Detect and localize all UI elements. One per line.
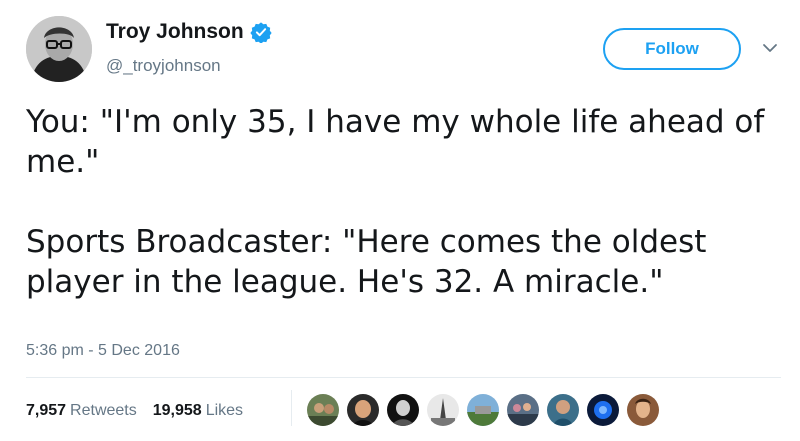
liker-photo-icon: [387, 394, 419, 426]
likes-stat[interactable]: 19,958 Likes: [153, 402, 243, 420]
liker-photo-icon: [307, 394, 339, 426]
verified-badge-icon: [250, 22, 272, 43]
tweet-stats: 7,957 Retweets 19,958 Likes: [26, 402, 259, 420]
tweet-text: You: "I'm only 35, I have my whole life …: [26, 102, 781, 302]
liker-photo-icon: [547, 394, 579, 426]
liker-avatar[interactable]: [627, 394, 659, 426]
liker-avatars: [307, 394, 667, 426]
liker-photo-icon: [467, 394, 499, 426]
liker-avatar[interactable]: [427, 394, 459, 426]
follow-button[interactable]: Follow: [603, 28, 741, 70]
avatar-photo-icon: [26, 16, 92, 82]
liker-photo-icon: [427, 394, 459, 426]
liker-avatar[interactable]: [507, 394, 539, 426]
author-handle[interactable]: @_troyjohnson: [106, 56, 221, 76]
author-display-name[interactable]: Troy Johnson: [106, 20, 244, 44]
liker-photo-icon: [507, 394, 539, 426]
liker-photo-icon: [587, 394, 619, 426]
tweet-paragraph-1: You: "I'm only 35, I have my whole life …: [26, 104, 765, 180]
retweets-count: 7,957: [26, 402, 67, 419]
tweet-paragraph-2: Sports Broadcaster: "Here comes the olde…: [26, 224, 707, 300]
liker-avatar[interactable]: [387, 394, 419, 426]
retweets-stat[interactable]: 7,957 Retweets: [26, 402, 137, 420]
avatar[interactable]: [26, 16, 92, 82]
likes-count: 19,958: [152, 402, 202, 419]
liker-avatar[interactable]: [467, 394, 499, 426]
likes-label: Likes: [205, 402, 244, 419]
tweet-timestamp[interactable]: 5:36 pm - 5 Dec 2016: [26, 342, 180, 360]
liker-avatar[interactable]: [587, 394, 619, 426]
author-name-row[interactable]: Troy Johnson: [106, 20, 272, 44]
liker-avatar[interactable]: [547, 394, 579, 426]
liker-photo-icon: [627, 394, 659, 426]
liker-avatar[interactable]: [307, 394, 339, 426]
liker-avatar[interactable]: [347, 394, 379, 426]
stats-separator: [291, 390, 292, 426]
chevron-down-icon[interactable]: [762, 40, 778, 56]
retweets-label: Retweets: [70, 402, 137, 419]
divider: [26, 377, 781, 378]
liker-photo-icon: [347, 394, 379, 426]
